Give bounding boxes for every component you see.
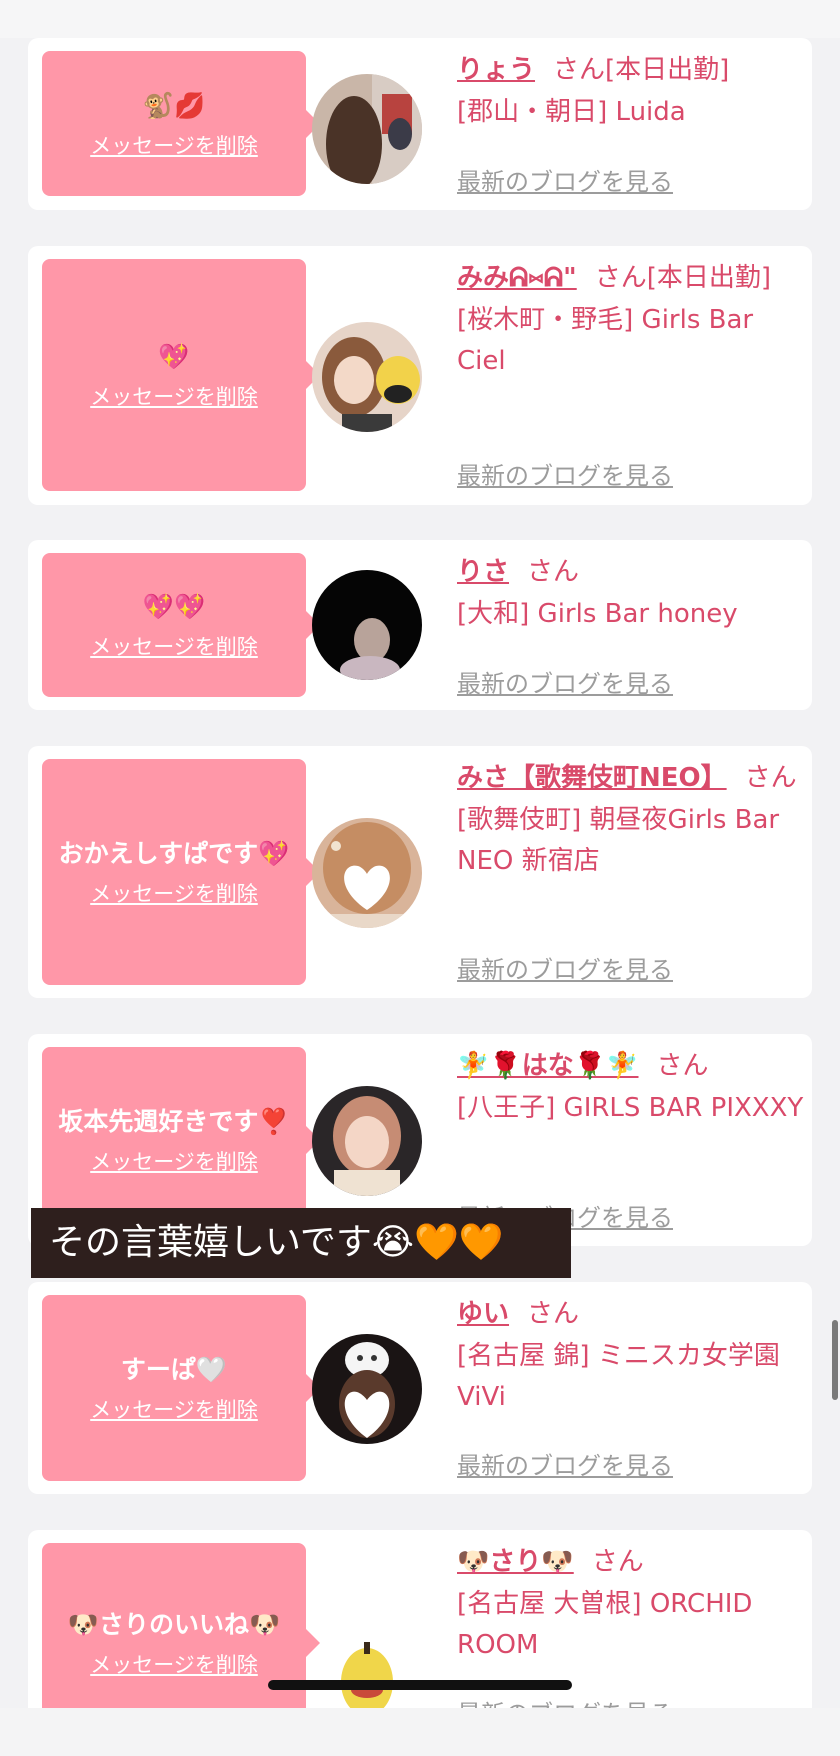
profile-info: ゆい さん [名古屋 錦] ミニスカ女学園ViVi xyxy=(457,1294,807,1418)
message-bubble: 坂本先週好きです❣️ メッセージを削除 xyxy=(42,1047,320,1233)
message-bubble: すーぱ🤍 メッセージを削除 xyxy=(42,1295,320,1481)
profile-name-link[interactable]: 🐶さり🐶 xyxy=(457,1547,574,1577)
honorific: さん xyxy=(744,763,797,793)
delete-message-link[interactable]: メッセージを削除 xyxy=(90,1394,258,1424)
status-text: [本日出勤] xyxy=(646,263,772,293)
profile-info: りさ さん [大和] Girls Bar honey xyxy=(457,552,807,635)
shop-info: [名古屋 大曽根] ORCHID ROOM xyxy=(457,1589,753,1660)
latest-blog-link[interactable]: 最新のブログを見る xyxy=(457,664,673,699)
scrollbar[interactable] xyxy=(832,1320,838,1400)
delete-message-link[interactable]: メッセージを削除 xyxy=(90,130,258,160)
honorific: さん xyxy=(656,1051,709,1081)
shop-info: [桜木町・野毛] Girls Bar Ciel xyxy=(457,305,754,376)
honorific: さん xyxy=(527,1299,580,1329)
message-text: すーぱ🤍 xyxy=(120,1355,228,1384)
delete-message-link[interactable]: メッセージを削除 xyxy=(90,631,258,661)
latest-blog-link[interactable]: 最新のブログを見る xyxy=(457,456,673,491)
honorific: さん xyxy=(591,1547,644,1577)
home-indicator[interactable] xyxy=(268,1680,572,1690)
delete-message-link[interactable]: メッセージを削除 xyxy=(90,1146,258,1176)
name-line: みみᕱ⑅ᕱ" さん[本日出勤] xyxy=(457,258,807,298)
message-card: 💖 メッセージを削除 みみᕱ⑅ᕱ" さん[本日出勤] [桜木町・野毛] Girls… xyxy=(28,246,812,505)
shop-info: [歌舞伎町] 朝昼夜Girls Bar NEO 新宿店 xyxy=(457,805,780,876)
message-bubble: 💖 メッセージを削除 xyxy=(42,259,320,491)
honorific: さん xyxy=(527,557,580,587)
profile-name-link[interactable]: みさ【歌舞伎町NEO】 xyxy=(457,763,727,793)
name-line: 🐶さり🐶 さん xyxy=(457,1542,807,1582)
profile-info: りょう さん[本日出勤] [郡山・朝日] Luida xyxy=(457,50,807,133)
message-card: おかえしすぱです💖 メッセージを削除 みさ【歌舞伎町NEO】 さん [歌舞伎町] … xyxy=(28,746,812,998)
delete-message-link[interactable]: メッセージを削除 xyxy=(90,381,258,411)
delete-message-link[interactable]: メッセージを削除 xyxy=(90,1649,258,1679)
profile-info: みさ【歌舞伎町NEO】 さん [歌舞伎町] 朝昼夜Girls Bar NEO 新宿… xyxy=(457,758,807,882)
message-card: 🐒💋 メッセージを削除 りょう さん[本日出勤] [郡山・朝日] Luida 最新… xyxy=(28,38,812,210)
shop-info: [名古屋 錦] ミニスカ女学園ViVi xyxy=(457,1341,780,1412)
avatar[interactable] xyxy=(312,1334,422,1444)
latest-blog-link[interactable]: 最新のブログを見る xyxy=(457,950,673,985)
name-line: りょう さん[本日出勤] xyxy=(457,50,807,90)
delete-message-link[interactable]: メッセージを削除 xyxy=(90,878,258,908)
honorific: さん xyxy=(594,263,647,293)
shop-info: [八王子] GIRLS BAR PIXXXY xyxy=(457,1093,804,1123)
latest-blog-link[interactable]: 最新のブログを見る xyxy=(457,162,673,197)
avatar[interactable] xyxy=(312,74,422,184)
avatar[interactable] xyxy=(312,322,422,432)
shop-info: [大和] Girls Bar honey xyxy=(457,599,738,629)
message-card: 💖💖 メッセージを削除 りさ さん [大和] Girls Bar honey 最新… xyxy=(28,540,812,710)
message-card: すーぱ🤍 メッセージを削除 ゆい さん [名古屋 錦] ミニスカ女学園ViVi 最… xyxy=(28,1282,812,1494)
profile-name-link[interactable]: りょう xyxy=(457,55,535,85)
avatar[interactable] xyxy=(312,1086,422,1196)
message-text: 🐶さりのいいね🐶 xyxy=(67,1610,281,1639)
bottom-bar xyxy=(0,1708,840,1756)
profile-name-link[interactable]: りさ xyxy=(457,557,509,587)
latest-blog-link[interactable]: 最新のブログを見る xyxy=(457,1446,673,1481)
shop-info: [郡山・朝日] Luida xyxy=(457,97,686,127)
message-text: 坂本先週好きです❣️ xyxy=(58,1107,290,1136)
message-bubble: 🐒💋 メッセージを削除 xyxy=(42,51,320,196)
profile-name-link[interactable]: ゆい xyxy=(457,1299,509,1329)
message-bubble: 💖💖 メッセージを削除 xyxy=(42,553,320,697)
profile-info: 🐶さり🐶 さん [名古屋 大曽根] ORCHID ROOM xyxy=(457,1542,807,1666)
avatar[interactable] xyxy=(312,570,422,680)
caption-overlay: その言葉嬉しいです😭🧡🧡 xyxy=(31,1208,571,1278)
message-text: 💖💖 xyxy=(142,592,206,621)
honorific: さん xyxy=(553,55,606,85)
message-bubble: おかえしすぱです💖 メッセージを削除 xyxy=(42,759,320,985)
status-text: [本日出勤] xyxy=(605,55,730,85)
name-line: りさ さん xyxy=(457,552,807,592)
message-text: 💖 xyxy=(158,342,190,371)
name-line: 🧚🌹はな🌹🧚 さん xyxy=(457,1046,807,1086)
message-text: 🐒💋 xyxy=(142,90,206,120)
name-line: みさ【歌舞伎町NEO】 さん xyxy=(457,758,807,798)
profile-info: みみᕱ⑅ᕱ" さん[本日出勤] [桜木町・野毛] Girls Bar Ciel xyxy=(457,258,807,382)
message-list: 🐒💋 メッセージを削除 りょう さん[本日出勤] [郡山・朝日] Luida 最新… xyxy=(0,0,840,1756)
profile-name-link[interactable]: みみᕱ⑅ᕱ" xyxy=(457,263,577,293)
profile-info: 🧚🌹はな🌹🧚 さん [八王子] GIRLS BAR PIXXXY xyxy=(457,1046,807,1129)
avatar[interactable] xyxy=(312,818,422,928)
profile-name-link[interactable]: 🧚🌹はな🌹🧚 xyxy=(457,1051,639,1081)
message-text: おかえしすぱです💖 xyxy=(58,839,290,868)
name-line: ゆい さん xyxy=(457,1294,807,1334)
